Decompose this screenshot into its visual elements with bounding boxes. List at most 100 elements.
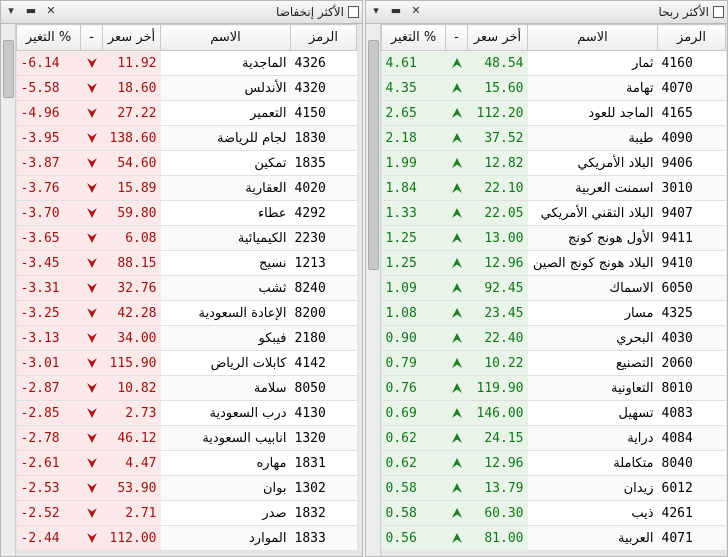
dropdown-icon[interactable]: ▾ xyxy=(4,4,18,18)
symbol-cell: 4090 xyxy=(657,125,726,151)
up-arrow-icon xyxy=(451,408,462,418)
table-row[interactable]: 0.76 119.90 التعاونية 8010 xyxy=(381,375,726,401)
company-name-cell: العقارية xyxy=(160,175,291,201)
change-percent-cell: -2.52 xyxy=(16,500,81,526)
table-row[interactable]: -2.85 2.73 درب السعودية 4130 xyxy=(16,400,357,426)
table-row[interactable]: 1.25 13.00 الأول هونج كونج 9411 xyxy=(381,225,726,251)
up-arrow-icon xyxy=(451,433,462,443)
last-price-cell: 54.60 xyxy=(102,150,161,176)
gainers-table: التغير % - أخر سعر الاسم الرمز 4.61 48.54… xyxy=(381,24,726,551)
close-icon[interactable]: ✕ xyxy=(44,4,58,18)
dropdown-icon[interactable]: ▾ xyxy=(369,4,383,18)
change-percent-cell: -3.25 xyxy=(16,300,81,326)
table-row[interactable]: 1.33 22.05 البلاد التقني الأمريكي 9407 xyxy=(381,200,726,226)
column-header-change[interactable]: التغير % xyxy=(381,24,446,51)
minimize-icon[interactable]: ▬ xyxy=(24,4,38,18)
last-price-cell: 37.52 xyxy=(467,125,528,151)
direction-cell xyxy=(80,450,103,476)
up-arrow-icon xyxy=(451,308,462,318)
table-row[interactable]: 1.99 12.82 البلاد الأمريكي 9406 xyxy=(381,150,726,176)
table-row[interactable]: 1.25 12.96 البلاد هونج كونج الصين 9410 xyxy=(381,250,726,276)
table-row[interactable]: -3.13 34.00 فيبكو 2180 xyxy=(16,325,357,351)
table-row[interactable]: 4.61 48.54 ثمار 4160 xyxy=(381,50,726,76)
table-row[interactable]: -2.44 112.00 الموارد 1833 xyxy=(16,525,357,551)
last-price-cell: 34.00 xyxy=(102,325,161,351)
table-row[interactable]: 0.79 10.22 التصنيع 2060 xyxy=(381,350,726,376)
scrollbar-thumb[interactable] xyxy=(368,40,379,270)
company-name-cell: لجام للرياضة xyxy=(160,125,291,151)
last-price-cell: 13.79 xyxy=(467,475,528,501)
symbol-cell: 4083 xyxy=(657,400,726,426)
company-name-cell: الاسماك xyxy=(527,275,658,301)
panel-titlebar: ▾ ▬ ✕ الأكثر ربحا xyxy=(366,1,727,24)
table-row[interactable]: 2.65 112.20 الماجد للعود 4165 xyxy=(381,100,726,126)
table-row[interactable]: -2.87 10.82 سلامة 8050 xyxy=(16,375,357,401)
last-price-cell: 4.47 xyxy=(102,450,161,476)
table-row[interactable]: -2.53 53.90 بوان 1302 xyxy=(16,475,357,501)
column-header-price[interactable]: أخر سعر xyxy=(102,24,161,51)
table-row[interactable]: -3.01 115.90 كابلات الرياض 4142 xyxy=(16,350,357,376)
table-row[interactable]: -3.95 138.60 لجام للرياضة 1830 xyxy=(16,125,357,151)
company-name-cell: سلامة xyxy=(160,375,291,401)
panel-checkbox[interactable] xyxy=(348,6,359,18)
close-icon[interactable]: ✕ xyxy=(409,4,423,18)
table-row[interactable]: 0.58 13.79 زيدان 6012 xyxy=(381,475,726,501)
table-row[interactable]: 1.09 92.45 الاسماك 6050 xyxy=(381,275,726,301)
up-arrow-icon xyxy=(451,358,462,368)
table-row[interactable]: -3.31 32.76 ثشب 8240 xyxy=(16,275,357,301)
table-row[interactable]: -2.52 2.71 صدر 1832 xyxy=(16,500,357,526)
last-price-cell: 10.22 xyxy=(467,350,528,376)
vertical-scrollbar[interactable] xyxy=(366,24,381,556)
symbol-cell: 8010 xyxy=(657,375,726,401)
table-row[interactable]: 1.08 23.45 مسار 4325 xyxy=(381,300,726,326)
change-percent-cell: -3.01 xyxy=(16,350,81,376)
table-row[interactable]: 0.58 60.30 ذيب 4261 xyxy=(381,500,726,526)
table-row[interactable]: -2.61 4.47 مهاره 1831 xyxy=(16,450,357,476)
column-header-name[interactable]: الاسم xyxy=(527,24,658,51)
company-name-cell: مسار xyxy=(527,300,658,326)
table-row[interactable]: 1.84 22.10 اسمنت العربية 3010 xyxy=(381,175,726,201)
company-name-cell: البلاد الأمريكي xyxy=(527,150,658,176)
table-row[interactable]: -3.70 59.80 عطاء 4292 xyxy=(16,200,357,226)
table-row[interactable]: -4.96 27.22 التعمير 4150 xyxy=(16,100,357,126)
column-header-direction[interactable]: - xyxy=(445,24,468,51)
table-row[interactable]: -5.58 18.60 الأندلس 4320 xyxy=(16,75,357,101)
symbol-cell: 9406 xyxy=(657,150,726,176)
minimize-icon[interactable]: ▬ xyxy=(389,4,403,18)
column-header-direction[interactable]: - xyxy=(80,24,103,51)
table-row[interactable]: -3.45 88.15 نسيج 1213 xyxy=(16,250,357,276)
column-header-change[interactable]: التغير % xyxy=(16,24,81,51)
company-name-cell: انابيب السعودية xyxy=(160,425,291,451)
table-row[interactable]: 0.69 146.00 تسهيل 4083 xyxy=(381,400,726,426)
symbol-cell: 1831 xyxy=(290,450,357,476)
panel-checkbox[interactable] xyxy=(713,6,724,18)
table-row[interactable]: 0.62 24.15 دراية 4084 xyxy=(381,425,726,451)
change-percent-cell: 1.84 xyxy=(381,175,446,201)
table-row[interactable]: -3.25 42.28 الإعادة السعودية 8200 xyxy=(16,300,357,326)
scrollbar-thumb[interactable] xyxy=(3,40,14,98)
down-arrow-icon xyxy=(86,458,97,468)
vertical-scrollbar[interactable] xyxy=(1,24,16,556)
table-row[interactable]: 4.35 15.60 تهامة 4070 xyxy=(381,75,726,101)
up-arrow-icon xyxy=(451,508,462,518)
direction-cell xyxy=(445,200,468,226)
column-header-symbol[interactable]: الرمز xyxy=(657,24,726,51)
panel-title: الأكثر إنخفاضا xyxy=(276,5,344,19)
column-header-symbol[interactable]: الرمز xyxy=(290,24,357,51)
symbol-cell: 4150 xyxy=(290,100,357,126)
company-name-cell: الأول هونج كونج xyxy=(527,225,658,251)
table-row[interactable]: 2.18 37.52 طيبة 4090 xyxy=(381,125,726,151)
table-row[interactable]: -3.65 6.08 الكيميائية 2230 xyxy=(16,225,357,251)
up-arrow-icon xyxy=(451,158,462,168)
table-row[interactable]: 0.62 12.96 متكاملة 8040 xyxy=(381,450,726,476)
column-header-name[interactable]: الاسم xyxy=(160,24,291,51)
table-row[interactable]: -6.14 11.92 الماجدية 4326 xyxy=(16,50,357,76)
table-row[interactable]: -3.87 54.60 تمكين 1835 xyxy=(16,150,357,176)
table-row[interactable]: -3.76 15.89 العقارية 4020 xyxy=(16,175,357,201)
company-name-cell: ثشب xyxy=(160,275,291,301)
last-price-cell: 15.60 xyxy=(467,75,528,101)
table-row[interactable]: -2.78 46.12 انابيب السعودية 1320 xyxy=(16,425,357,451)
table-row[interactable]: 0.90 22.40 البحري 4030 xyxy=(381,325,726,351)
column-header-price[interactable]: أخر سعر xyxy=(467,24,528,51)
table-row[interactable]: 0.56 81.00 العربية 4071 xyxy=(381,525,726,551)
